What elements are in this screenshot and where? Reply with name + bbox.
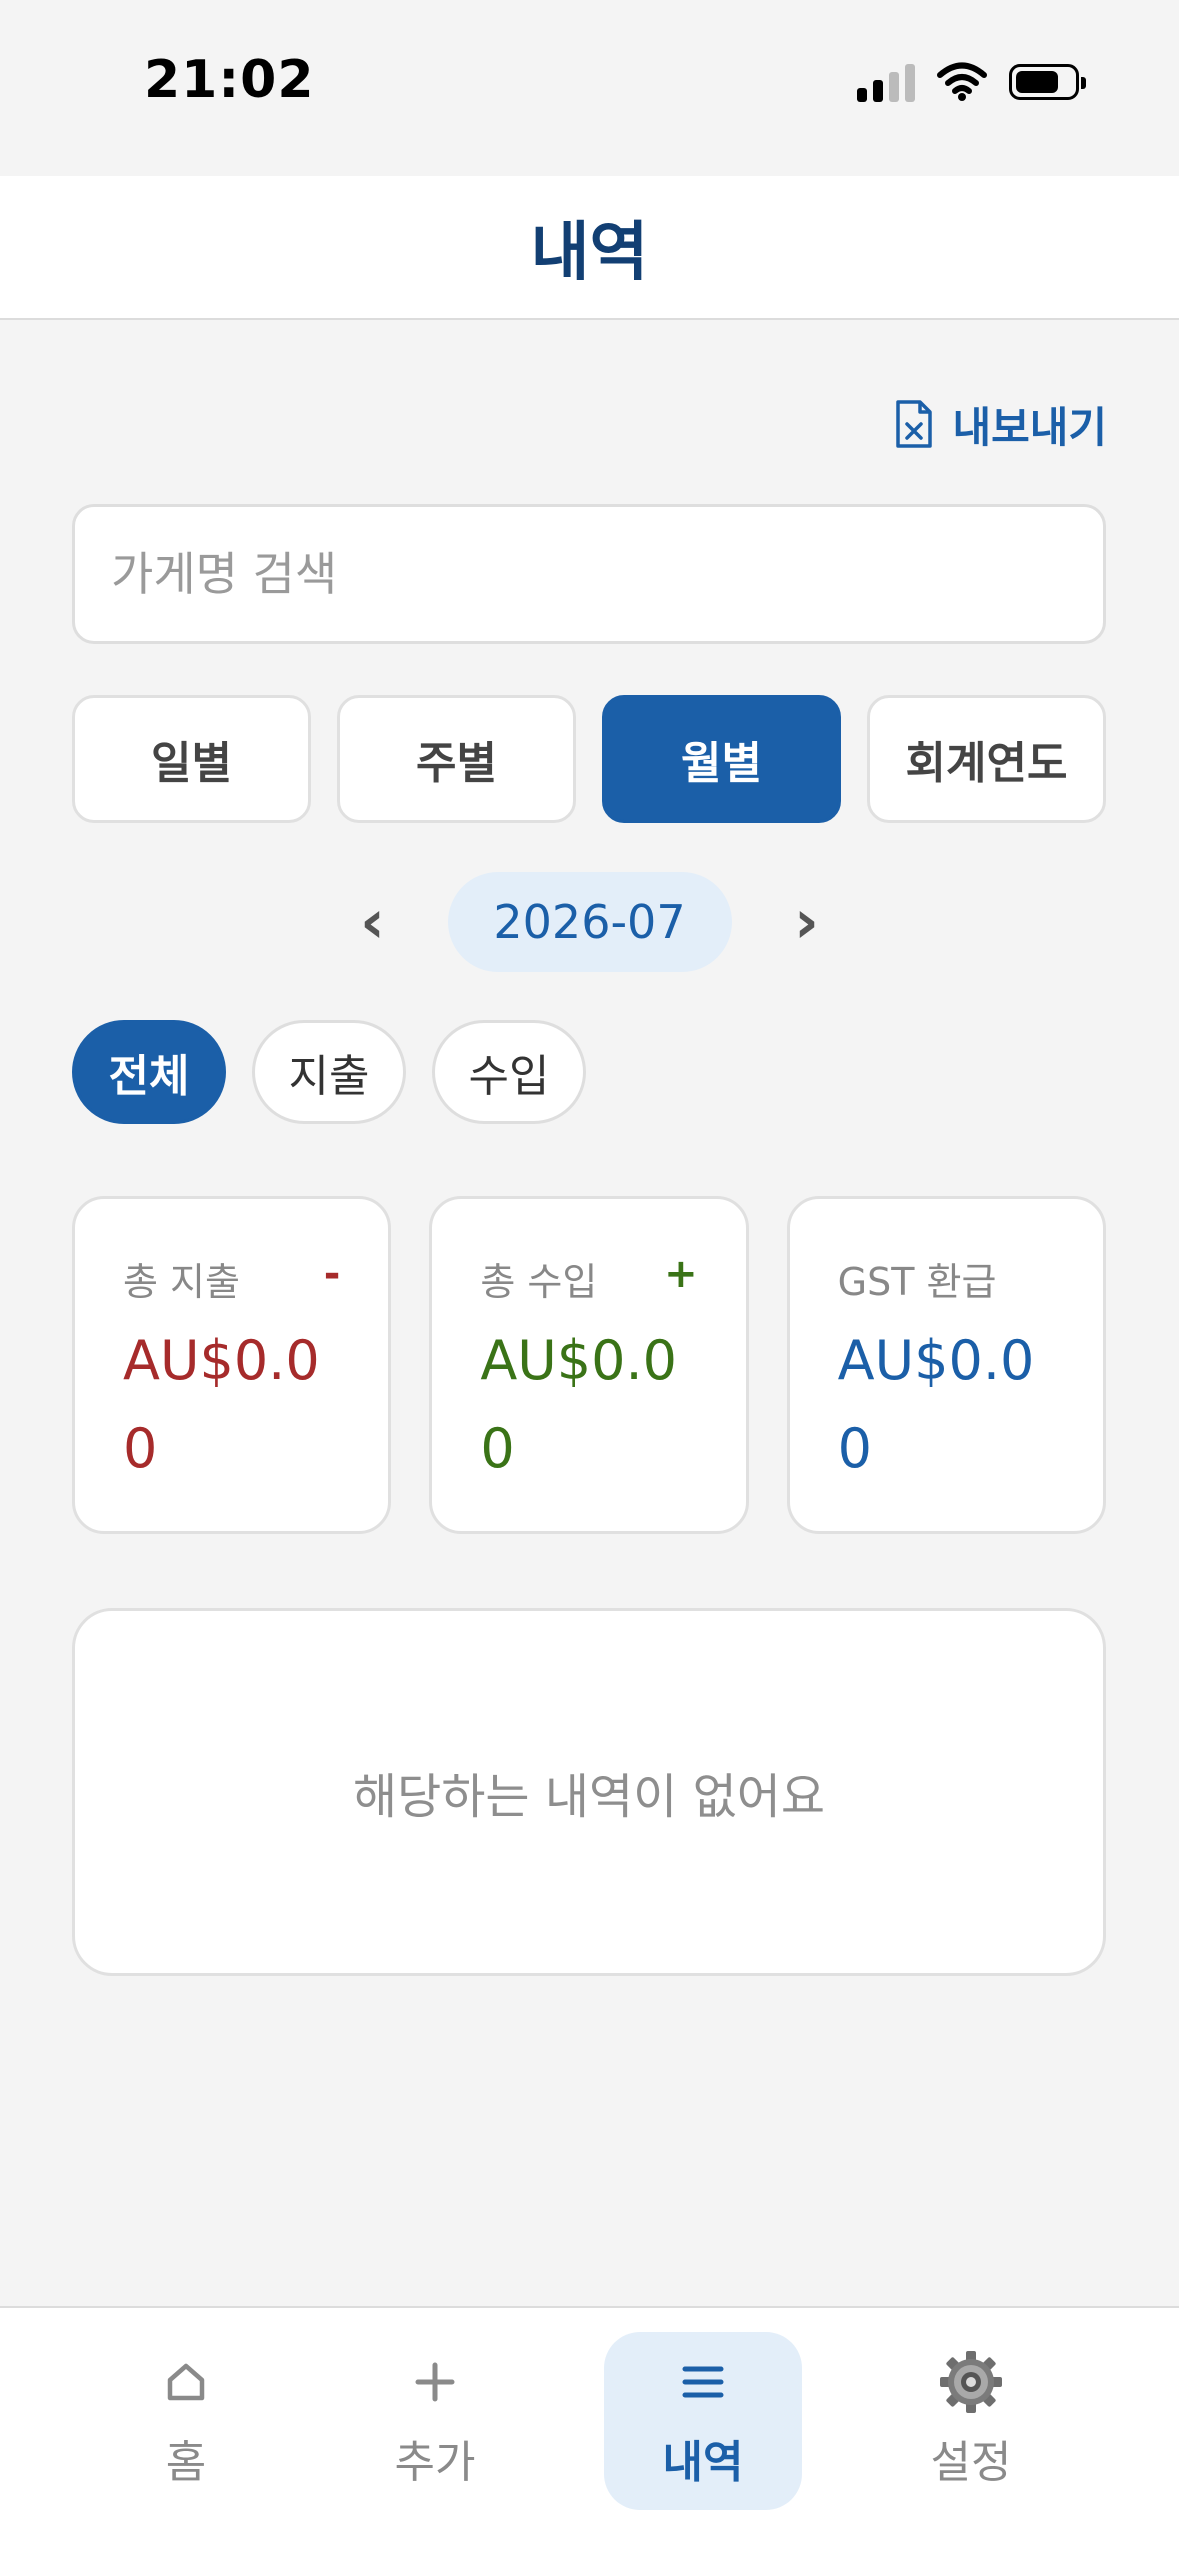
expense-sign: -: [323, 1251, 341, 1297]
type-filters: 전체 지출 수입: [72, 1020, 586, 1124]
search-box[interactable]: [72, 504, 1106, 644]
nav-home[interactable]: 홈: [87, 2332, 285, 2510]
search-input[interactable]: [75, 507, 1103, 641]
period-tabs: 일별 주별 월별 회계연도: [72, 695, 1106, 823]
nav-home-label: 홈: [165, 2437, 207, 2488]
prev-month-button[interactable]: ‹: [348, 892, 398, 952]
battery-icon: [1009, 64, 1086, 100]
status-icons: [857, 60, 1086, 104]
empty-state-card: 해당하는 내역이 없어요: [72, 1608, 1106, 1976]
app-header: 내역: [0, 176, 1179, 320]
tab-weekly[interactable]: 주별: [337, 695, 576, 823]
expense-summary-card: 총 지출 - AU$0.00: [72, 1196, 392, 1534]
bottom-nav: 홈 추가 내역 설정: [0, 2306, 1179, 2558]
filter-expense[interactable]: 지출: [252, 1020, 406, 1124]
income-sign: +: [664, 1251, 698, 1297]
expense-amount: AU$0.00: [123, 1329, 320, 1480]
nav-settings-label: 설정: [930, 2437, 1012, 2488]
gst-amount: AU$0.00: [837, 1329, 1035, 1480]
gst-label: GST 환급: [837, 1260, 997, 1304]
status-bar: 21:02: [0, 0, 1179, 176]
income-summary-card: 총 수입 + AU$0.00: [429, 1196, 749, 1534]
list-icon: [681, 2352, 725, 2412]
home-icon: [164, 2352, 208, 2412]
income-amount: AU$0.00: [480, 1329, 678, 1480]
export-label: 내보내기: [952, 402, 1107, 452]
gst-summary-card: GST 환급 AU$0.00: [786, 1196, 1106, 1534]
filter-income[interactable]: 수입: [432, 1020, 586, 1124]
nav-add-label: 추가: [394, 2437, 476, 2488]
month-navigator: ‹ 2026-07 ›: [0, 872, 1179, 972]
income-label: 총 수입: [480, 1260, 598, 1304]
wifi-icon: [937, 62, 987, 101]
summary-cards: 총 지출 - AU$0.00 총 수입 + AU$0.00 GST 환급 AU$…: [72, 1196, 1106, 1534]
current-month[interactable]: 2026-07: [447, 872, 732, 972]
nav-add[interactable]: 추가: [336, 2332, 534, 2510]
empty-state-message: 해당하는 내역이 없어요: [352, 1769, 826, 1825]
expense-label: 총 지출: [123, 1260, 240, 1304]
export-button[interactable]: 내보내기: [894, 392, 1107, 456]
filter-all[interactable]: 전체: [72, 1020, 226, 1124]
next-month-button[interactable]: ›: [782, 892, 832, 952]
tab-fiscal-year[interactable]: 회계연도: [867, 695, 1106, 823]
export-file-icon: [896, 400, 933, 448]
nav-settings[interactable]: 설정: [872, 2332, 1070, 2510]
cellular-signal-icon: [857, 62, 915, 102]
page-title: 내역: [530, 216, 649, 290]
tab-daily[interactable]: 일별: [72, 695, 311, 823]
nav-history-label: 내역: [662, 2437, 744, 2488]
tab-monthly[interactable]: 월별: [602, 695, 841, 823]
gear-icon: [938, 2351, 1004, 2413]
plus-icon: [413, 2352, 457, 2412]
status-time: 21:02: [144, 50, 315, 110]
nav-history[interactable]: 내역: [604, 2332, 802, 2510]
